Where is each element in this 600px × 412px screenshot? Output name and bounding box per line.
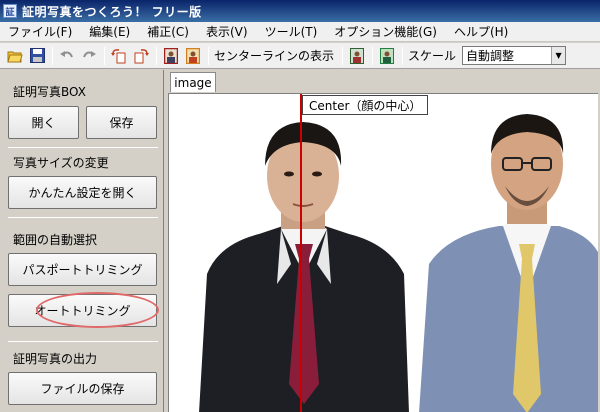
redo-icon[interactable]: [80, 47, 98, 65]
menu-edit[interactable]: 編集(E): [89, 23, 130, 40]
toolbar: センターラインの表示 スケール 自動調整 ▼: [0, 43, 600, 69]
section-size-label: 写真サイズの変更: [13, 156, 109, 170]
photo-frame-icon[interactable]: [348, 47, 366, 65]
sidebar: 証明写真BOX 開く 保存 写真サイズの変更 かんたん設定を開く 範囲の自動選択…: [0, 70, 164, 412]
save-button[interactable]: 保存: [86, 106, 157, 139]
chevron-down-icon[interactable]: ▼: [551, 47, 566, 64]
easy-settings-button[interactable]: かんたん設定を開く: [8, 176, 157, 209]
centerline-toggle-label[interactable]: センターラインの表示: [214, 47, 334, 64]
passport-trim-button[interactable]: パスポートトリミング: [8, 253, 157, 286]
person-right: [419, 114, 598, 412]
section-box-label: 証明写真BOX: [13, 85, 86, 99]
photo-portrait-icon[interactable]: [162, 47, 180, 65]
rotate-right-icon[interactable]: [132, 47, 150, 65]
menu-tools[interactable]: ツール(T): [265, 23, 318, 40]
divider: [8, 147, 158, 148]
person-left: [199, 122, 409, 412]
section-output-label: 証明写真の出力: [13, 352, 98, 366]
menu-bar: ファイル(F) 編集(E) 補正(C) 表示(V) ツール(T) オプション機能…: [0, 22, 600, 42]
toolbar-separator: [372, 46, 374, 65]
divider: [8, 341, 158, 342]
photo-image: [199, 114, 598, 412]
menu-help[interactable]: ヘルプ(H): [454, 23, 508, 40]
toolbar-separator: [52, 46, 53, 65]
menu-correct[interactable]: 補正(C): [147, 23, 189, 40]
toolbar-separator: [402, 46, 404, 65]
rotate-left-icon[interactable]: [110, 47, 128, 65]
save-disk-icon[interactable]: [28, 47, 46, 65]
undo-icon[interactable]: [58, 47, 76, 65]
open-button[interactable]: 開く: [8, 106, 79, 139]
menu-view[interactable]: 表示(V): [206, 23, 248, 40]
file-save-button[interactable]: ファイルの保存: [8, 372, 157, 405]
toolbar-separator: [156, 46, 157, 65]
section-auto-range-label: 範囲の自動選択: [13, 233, 98, 247]
center-line[interactable]: [300, 94, 302, 412]
auto-trim-button[interactable]: オートトリミング: [8, 294, 157, 327]
title-bar: 証 証明写真をつくろう！ フリー版: [0, 0, 600, 22]
app-icon: 証: [3, 4, 17, 18]
photo-green-icon[interactable]: [378, 47, 396, 65]
toolbar-separator: [104, 46, 105, 65]
open-folder-icon[interactable]: [6, 47, 24, 65]
photo-portrait-alt-icon[interactable]: [184, 47, 202, 65]
scale-label: スケール: [408, 49, 457, 63]
toolbar-separator: [342, 46, 344, 65]
window-title: 証明写真をつくろう！ フリー版: [22, 4, 202, 19]
scale-value: 自動調整: [466, 49, 515, 63]
tab-image[interactable]: image: [170, 72, 216, 92]
divider: [8, 217, 158, 218]
center-label: Center（顔の中心）: [302, 95, 429, 115]
content-area: image Center（顔の中心）: [166, 70, 600, 412]
scale-dropdown[interactable]: 自動調整 ▼: [462, 46, 567, 65]
toolbar-separator: [208, 46, 209, 65]
menu-file[interactable]: ファイル(F): [8, 23, 72, 40]
menu-options[interactable]: オプション機能(G): [334, 23, 437, 40]
photo-canvas[interactable]: Center（顔の中心）: [168, 93, 598, 412]
